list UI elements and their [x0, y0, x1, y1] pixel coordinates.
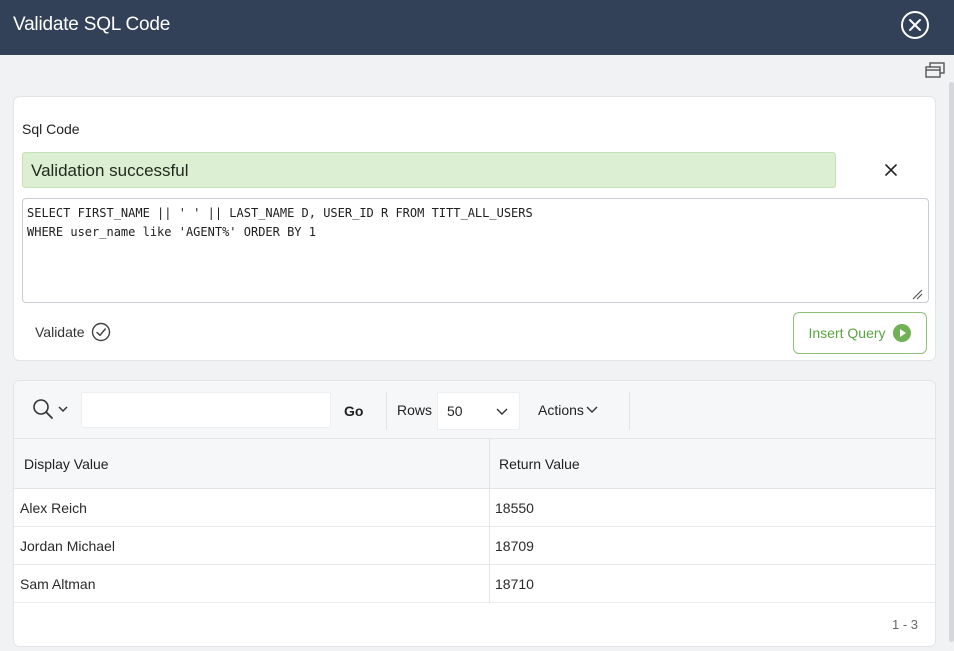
- cell-display-value: Jordan Michael: [20, 538, 115, 554]
- check-circle-icon: [91, 322, 110, 342]
- close-circle-icon: [901, 11, 929, 39]
- sql-code-region: Sql Code Validation successful SELECT FI…: [13, 96, 936, 361]
- chevron-down-icon: [586, 406, 598, 413]
- pagination-range: 1 - 3: [892, 617, 919, 632]
- vertical-scrollbar[interactable]: [949, 82, 954, 642]
- search-column-menu[interactable]: [32, 398, 72, 420]
- play-circle-icon: [892, 324, 911, 342]
- cell-display-value: Alex Reich: [20, 500, 87, 516]
- column-divider: [489, 439, 490, 603]
- results-report: Go Rows 50 Actions Display Value Return …: [13, 380, 936, 647]
- table-row: Sam Altman 18710: [14, 565, 935, 603]
- column-header-display-value[interactable]: Display Value: [24, 456, 109, 472]
- report-toolbar: Go Rows 50 Actions: [14, 381, 935, 439]
- validate-button[interactable]: Validate: [35, 321, 111, 343]
- rows-label: Rows: [397, 402, 433, 418]
- search-icon: [33, 399, 53, 419]
- insert-query-label: Insert Query: [808, 325, 886, 341]
- rows-per-page-select[interactable]: 50: [437, 392, 520, 430]
- table-row: Jordan Michael 18709: [14, 527, 935, 565]
- table-row: Alex Reich 18550: [14, 489, 935, 527]
- grid-header-row: Display Value Return Value: [14, 439, 935, 489]
- dialog-close-button[interactable]: [900, 10, 930, 40]
- dialog-title: Validate SQL Code: [13, 14, 171, 35]
- sql-code-label: Sql Code: [22, 121, 80, 137]
- resize-handle-icon[interactable]: [911, 288, 923, 300]
- sql-code-editor[interactable]: SELECT FIRST_NAME || ' ' || LAST_NAME D,…: [22, 198, 929, 303]
- toolbar-divider: [629, 392, 630, 430]
- cell-display-value: Sam Altman: [20, 576, 96, 592]
- search-input[interactable]: [81, 392, 331, 428]
- chevron-down-icon: [58, 406, 68, 413]
- cell-return-value: 18709: [495, 538, 534, 554]
- insert-query-button[interactable]: Insert Query: [793, 312, 927, 354]
- restore-button[interactable]: [924, 62, 946, 80]
- go-button[interactable]: Go: [344, 403, 363, 419]
- close-icon: [885, 164, 897, 176]
- actions-menu-button[interactable]: Actions: [538, 402, 598, 418]
- rows-value: 50: [447, 403, 463, 419]
- cell-return-value: 18550: [495, 500, 534, 516]
- restore-window-icon: [925, 62, 945, 78]
- banner-close-button[interactable]: [882, 161, 900, 179]
- actions-label: Actions: [538, 402, 584, 418]
- column-header-return-value[interactable]: Return Value: [499, 456, 580, 472]
- cell-return-value: 18710: [495, 576, 534, 592]
- dialog-titlebar: Validate SQL Code: [0, 0, 954, 55]
- chevron-down-icon: [496, 408, 508, 415]
- validation-success-banner: Validation successful: [22, 152, 836, 188]
- validate-label: Validate: [35, 324, 85, 340]
- toolbar-divider: [386, 392, 387, 430]
